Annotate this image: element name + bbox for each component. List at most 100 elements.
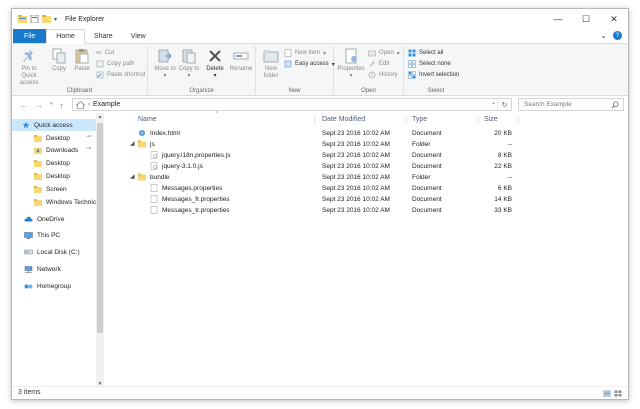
back-button[interactable]: ← (20, 101, 28, 110)
expand-twisty-icon[interactable]: ◢ (130, 173, 135, 180)
search-input[interactable]: Search Example (518, 98, 624, 111)
recent-locations-icon[interactable]: ▾ (50, 101, 53, 110)
properties-qa-icon[interactable] (30, 15, 39, 23)
file-date: Sept 23 2016 10:02 AM (322, 185, 390, 192)
nav-item-homegroup[interactable]: Homegroup (24, 280, 71, 292)
breadcrumb-example[interactable]: Example (93, 101, 120, 108)
tab-home[interactable]: Home (46, 29, 85, 44)
nav-item-desktop-3[interactable]: Desktop (34, 170, 70, 182)
column-separator[interactable] (478, 115, 479, 125)
delete-button[interactable]: Delete ▾ (204, 48, 226, 80)
new-item-label: New item (295, 50, 321, 56)
select-all-button[interactable]: Select all (408, 49, 443, 57)
pin-quick-access-button[interactable]: Pin to Quick access (14, 48, 44, 87)
organize-group: Move to ▾ Copy to ▾ Delete ▾ Rename Orga… (148, 46, 256, 94)
select-all-icon (408, 49, 416, 57)
copy-path-button[interactable]: Copy path (96, 60, 134, 68)
select-none-button[interactable]: Select none (408, 60, 451, 68)
view-toggle (603, 390, 622, 397)
column-separator[interactable] (314, 115, 315, 125)
rename-button[interactable]: Rename (228, 48, 254, 73)
qa-customize-icon[interactable]: ▾ (54, 16, 57, 23)
easy-access-button[interactable]: Easy access ▾ (284, 60, 335, 68)
expand-ribbon-icon[interactable]: ⌄ (600, 31, 607, 40)
nav-item-onedrive[interactable]: OneDrive (24, 213, 64, 225)
open-button[interactable]: Open ▾ (368, 49, 400, 57)
help-icon[interactable]: ? (613, 31, 622, 40)
copy-to-button[interactable]: Copy to ▾ (178, 48, 200, 80)
nav-item-local-disk[interactable]: Local Disk (C:) (24, 246, 80, 258)
file-type: Document (412, 207, 442, 214)
nav-item-desktop-2[interactable]: Desktop (34, 157, 70, 169)
nav-label-onedrive: OneDrive (37, 215, 65, 223)
column-separator[interactable] (518, 115, 519, 125)
maximize-button[interactable]: ☐ (572, 9, 600, 29)
nav-item-quick-access[interactable]: Quick access (12, 119, 96, 131)
column-header-date[interactable]: Date Modified (322, 116, 365, 126)
nav-item-downloads[interactable]: Downloads (34, 144, 78, 156)
paste-button[interactable]: Paste (72, 48, 92, 73)
homegroup-icon (24, 284, 33, 288)
select-all-label: Select all (419, 50, 444, 56)
nav-item-windows-technic[interactable]: Windows Technic (34, 196, 96, 208)
table-row[interactable]: ◢ js Sept 23 2016 10:02 AM Folder -- (104, 139, 628, 150)
details-view-icon[interactable] (603, 390, 611, 397)
navigation-pane-scrollbar[interactable]: ▲ ▼ (96, 113, 104, 388)
file-name: Messages.properties (162, 185, 223, 192)
pin-label: Pin to Quick access (19, 66, 39, 86)
nav-item-network[interactable]: Network (24, 263, 61, 275)
easy-access-icon (284, 60, 292, 68)
properties-button[interactable]: Properties ▾ (336, 48, 366, 80)
scroll-up-icon[interactable]: ▲ (97, 114, 103, 120)
network-icon (24, 265, 33, 273)
column-header-size[interactable]: Size (484, 116, 498, 126)
table-row[interactable]: Messages.properties Sept 23 2016 10:02 A… (104, 183, 628, 194)
table-row[interactable]: Messages_fr.properties Sept 23 2016 10:0… (104, 194, 628, 205)
minimize-button[interactable]: — (544, 9, 572, 29)
column-header-type[interactable]: Type (412, 116, 427, 126)
tab-file[interactable]: File (13, 29, 47, 43)
folder-icon (34, 172, 42, 180)
new-item-icon (284, 49, 292, 57)
history-button[interactable]: History (368, 71, 398, 79)
table-row[interactable]: Index.html Sept 23 2016 10:02 AM Documen… (104, 128, 628, 139)
pin-icon: ⊸ (86, 146, 92, 152)
file-name: Messages_fr.properties (162, 196, 230, 203)
large-icons-view-icon[interactable] (614, 390, 622, 397)
delete-label: Delete (206, 66, 224, 72)
nav-item-this-pc[interactable]: This PC (24, 229, 60, 241)
table-row[interactable]: jquery.i18n.properties.js Sept 23 2016 1… (104, 150, 628, 161)
home-icon (76, 100, 85, 109)
copy-label: Copy (51, 66, 66, 72)
copy-button[interactable]: Copy (50, 48, 68, 73)
address-bar[interactable]: › Example ⌄ ↻ (72, 98, 512, 111)
new-folder-qa-icon[interactable] (42, 15, 51, 23)
tab-view[interactable]: View (122, 29, 155, 43)
refresh-button[interactable]: ↻ (497, 99, 511, 110)
paste-shortcut-button[interactable]: Paste shortcut (96, 71, 145, 79)
invert-selection-button[interactable]: Invert selection (408, 71, 459, 79)
table-row[interactable]: ◢ bundle Sept 23 2016 10:02 AM Folder -- (104, 172, 628, 183)
file-type: Folder (412, 174, 431, 181)
table-row[interactable]: Messages_tr.properties Sept 23 2016 10:0… (104, 205, 628, 216)
file-date: Sept 23 2016 10:02 AM (322, 196, 390, 203)
move-to-button[interactable]: Move to ▾ (154, 48, 176, 80)
address-dropdown-icon[interactable]: ⌄ (491, 99, 496, 106)
close-button[interactable]: ✕ (600, 9, 628, 29)
table-row[interactable]: jquery-3.1.0.js Sept 23 2016 10:02 AM Do… (104, 161, 628, 172)
up-button[interactable]: ↑ (60, 101, 64, 110)
column-separator[interactable] (406, 115, 407, 125)
scrollbar-thumb[interactable] (97, 123, 103, 333)
expand-twisty-icon[interactable]: ◢ (130, 140, 135, 147)
cut-button[interactable]: ✂ Cut (96, 49, 114, 57)
nav-item-screen[interactable]: Screen (34, 183, 67, 195)
forward-button[interactable]: → (35, 101, 43, 110)
edit-button[interactable]: Edit (368, 60, 389, 68)
tab-share[interactable]: Share (85, 29, 122, 43)
nav-item-desktop[interactable]: Desktop (34, 132, 70, 144)
new-item-button[interactable]: New item ▾ (284, 49, 326, 57)
pin-icon (23, 49, 33, 62)
column-header-name[interactable]: Name (138, 116, 157, 126)
nav-label-desktop-3: Desktop (46, 172, 70, 180)
new-folder-button[interactable]: New folder (260, 48, 282, 80)
